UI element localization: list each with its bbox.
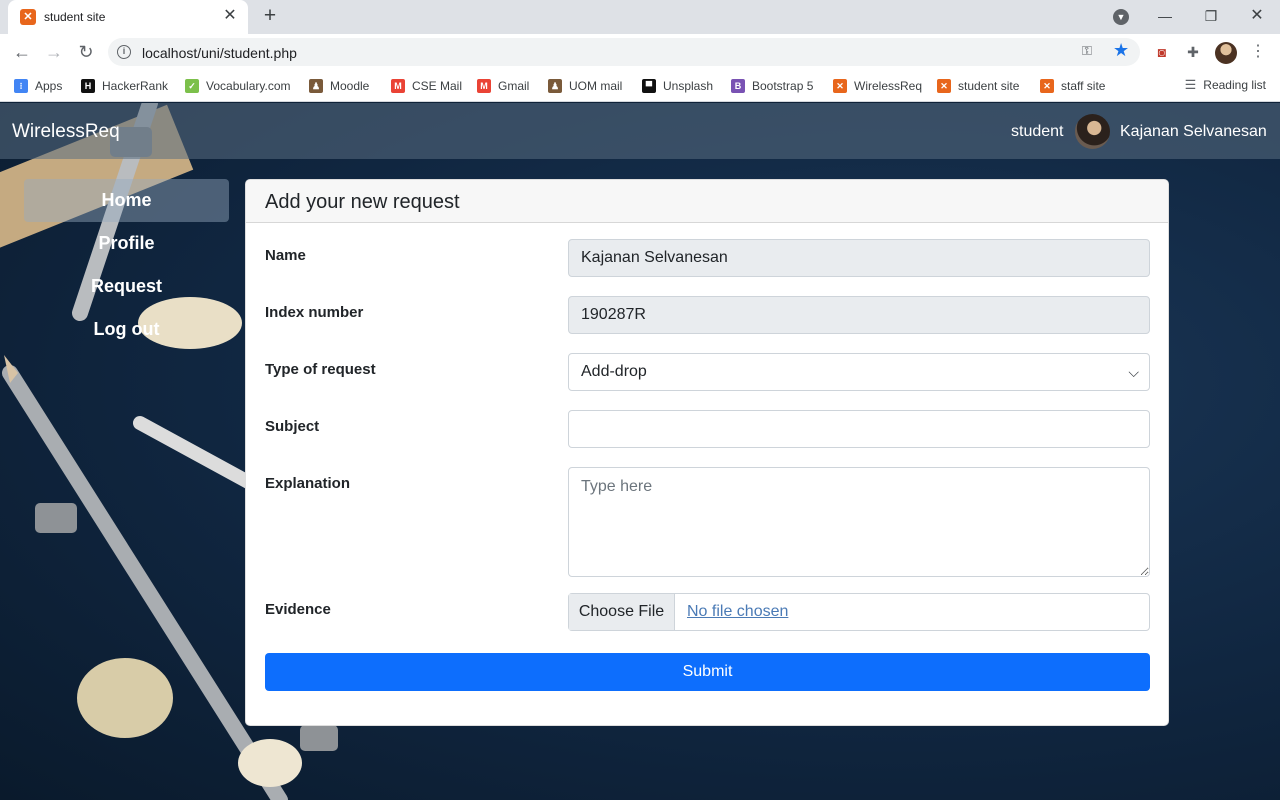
user-avatar[interactable] <box>1075 114 1110 149</box>
unsplash-icon: ▀ <box>642 79 656 93</box>
sidebar-item-logout[interactable]: Log out <box>24 308 229 351</box>
bookmark-vocabulary-com[interactable]: ✓ Vocabulary.com <box>185 77 291 95</box>
bookmark-label: student site <box>958 79 1020 93</box>
bookmark-label: Vocabulary.com <box>206 79 291 93</box>
browser-tab[interactable]: ✕ student site ✕ <box>8 0 248 34</box>
name-label: Name <box>265 247 306 264</box>
back-icon[interactable]: ← <box>10 40 34 64</box>
chevron-down-icon: ⌵ <box>1128 364 1139 380</box>
vocabulary-icon: ✓ <box>185 79 199 93</box>
type-label: Type of request <box>265 361 376 378</box>
bookmark-unsplash[interactable]: ▀ Unsplash <box>642 77 713 95</box>
hackerrank-icon: H <box>81 79 95 93</box>
moodle-icon: ♟ <box>309 79 323 93</box>
subject-input[interactable] <box>568 410 1150 448</box>
request-form-card: Add your new request Name Kajanan Selvan… <box>245 179 1169 726</box>
bookmark-uom-mail[interactable]: ♟ UOM mail <box>548 77 622 95</box>
bookmark-label: Bootstrap 5 <box>752 79 814 93</box>
browser-tabstrip: ✕ student site ✕ + ▼ — ❐ ✕ <box>0 0 1280 34</box>
card-header: Add your new request <box>246 180 1168 223</box>
gmail-icon: M <box>477 79 491 93</box>
reading-list-icon: ☰ <box>1184 77 1197 92</box>
sidebar-item-request[interactable]: Request <box>24 265 229 308</box>
bootstrap-icon: B <box>731 79 745 93</box>
bookmark-star-icon[interactable]: ★ <box>1113 40 1129 61</box>
reading-list-button[interactable]: ☰ Reading list <box>1185 77 1266 93</box>
apps-grid-icon: ⁝ <box>14 79 28 93</box>
reading-list-label: Reading list <box>1203 78 1266 92</box>
sidebar-item-profile[interactable]: Profile <box>24 222 229 265</box>
bookmark-label: staff site <box>1061 79 1106 93</box>
user-role: student <box>1011 123 1064 140</box>
gmail-icon: M <box>391 79 405 93</box>
menu-kebab-icon[interactable]: ⋮ <box>1249 43 1267 61</box>
reload-icon[interactable]: ↻ <box>74 40 98 64</box>
tab-title: student site <box>44 10 106 24</box>
user-name[interactable]: Kajanan Selvanesan <box>1120 123 1267 141</box>
bookmarks-bar: ⁝ Apps H HackerRank ✓ Vocabulary.com ♟ Moodle M C… <box>0 70 1280 102</box>
pocket-extension-icon[interactable]: ◙ <box>1153 43 1171 61</box>
bookmark-label: UOM mail <box>569 79 623 93</box>
bookmark-label: CSE Mail <box>412 79 463 93</box>
uom-icon: ♟ <box>548 79 562 93</box>
tab-close-button[interactable]: ✕ <box>220 6 240 26</box>
bookmark-staff-site[interactable]: ✕ staff site <box>1040 77 1105 95</box>
bookmark-moodle[interactable]: ♟ Moodle <box>309 77 369 95</box>
page-content: WirelessReq student Kajanan Selvanesan H… <box>0 103 1280 800</box>
top-navbar: WirelessReq student Kajanan Selvanesan <box>0 103 1280 159</box>
forward-icon[interactable]: → <box>42 40 66 64</box>
page-title: Add your new request <box>265 191 460 213</box>
minimize-icon[interactable]: — <box>1143 2 1187 30</box>
bookmark-apps[interactable]: ⁝ Apps <box>14 77 62 95</box>
bookmark-label: Apps <box>35 79 63 93</box>
evidence-file-input[interactable]: Choose File No file chosen <box>568 593 1150 631</box>
brand-logo[interactable]: WirelessReq <box>12 121 120 143</box>
index-field[interactable]: 190287R <box>568 296 1150 334</box>
xampp-icon: ✕ <box>1040 79 1054 93</box>
bookmark-label: Unsplash <box>663 79 714 93</box>
password-key-icon[interactable]: ⚿ <box>1082 43 1092 59</box>
submit-button[interactable]: Submit <box>265 653 1150 691</box>
window-close-icon[interactable]: ✕ <box>1235 2 1279 30</box>
evidence-label: Evidence <box>265 601 331 618</box>
address-bar[interactable]: i localhost/uni/student.php ⚿ ★ <box>108 38 1140 66</box>
index-label: Index number <box>265 304 364 321</box>
explanation-textarea[interactable] <box>568 467 1150 577</box>
bookmark-student-site[interactable]: ✕ student site <box>937 77 1019 95</box>
restore-icon[interactable]: ❐ <box>1189 2 1233 30</box>
file-status-text: No file chosen <box>687 603 789 620</box>
bookmark-label: WirelessReq <box>854 79 923 93</box>
xampp-icon: ✕ <box>937 79 951 93</box>
xampp-icon: ✕ <box>833 79 847 93</box>
bookmark-wirelessreq[interactable]: ✕ WirelessReq <box>833 77 922 95</box>
request-type-select[interactable]: Add-drop ⌵ <box>568 353 1150 391</box>
site-info-icon[interactable]: i <box>117 45 131 59</box>
choose-file-button[interactable]: Choose File <box>569 594 675 630</box>
request-type-value: Add-drop <box>581 363 647 380</box>
bookmark-label: Moodle <box>330 79 370 93</box>
bookmark-hackerrank[interactable]: H HackerRank <box>81 77 168 95</box>
bookmark-label: HackerRank <box>102 79 169 93</box>
xampp-icon: ✕ <box>20 9 36 25</box>
sidebar-item-home[interactable]: Home <box>24 179 229 222</box>
bookmark-label: Gmail <box>498 79 530 93</box>
subject-label: Subject <box>265 418 320 435</box>
bookmark-gmail[interactable]: M Gmail <box>477 77 529 95</box>
profile-avatar[interactable] <box>1215 42 1237 64</box>
url-text[interactable]: localhost/uni/student.php <box>142 45 297 61</box>
browser-toolbar: ← → ↻ i localhost/uni/student.php ⚿ ★ ◙ … <box>0 34 1280 70</box>
name-field[interactable]: Kajanan Selvanesan <box>568 239 1150 277</box>
sidebar-nav: Home Profile Request Log out <box>24 179 229 351</box>
explanation-label: Explanation <box>265 475 351 492</box>
new-tab-button[interactable]: + <box>258 4 282 28</box>
tab-search-icon[interactable]: ▼ <box>1113 9 1129 25</box>
bookmark-cse-mail[interactable]: M CSE Mail <box>391 77 462 95</box>
extensions-puzzle-icon[interactable]: ✚ <box>1184 43 1202 61</box>
bookmark-bootstrap-5[interactable]: B Bootstrap 5 <box>731 77 813 95</box>
